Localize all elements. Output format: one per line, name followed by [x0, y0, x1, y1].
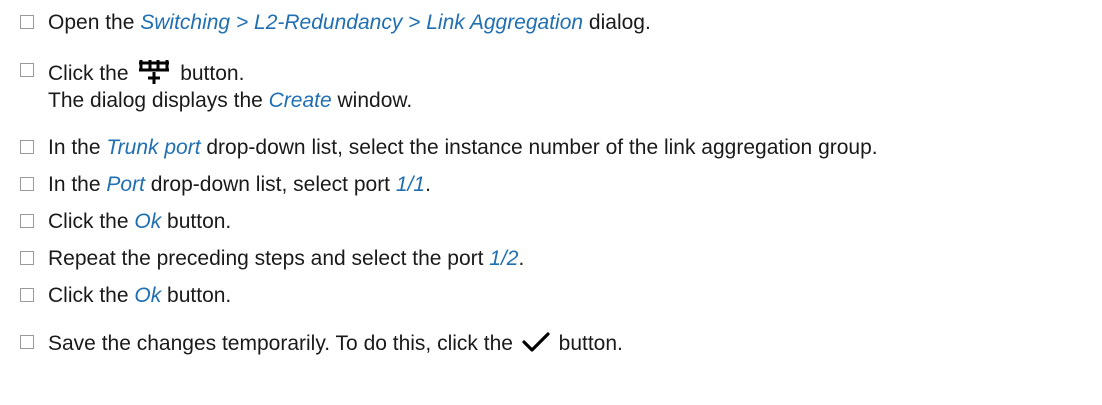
field-reference: Trunk port: [106, 136, 201, 159]
step-checkbox[interactable]: [20, 140, 34, 154]
step-text: In the Trunk port drop-down list, select…: [48, 136, 878, 159]
step-result-note: The dialog displays the Create window.: [48, 89, 413, 112]
step-text: Click the Ok button.: [48, 210, 232, 233]
step-text: Repeat the preceding steps and select th…: [48, 247, 525, 270]
window-reference: Create: [268, 89, 332, 112]
step-text: Open the Switching > L2-Redundancy > Lin…: [48, 11, 651, 34]
button-reference: Ok: [134, 284, 162, 307]
port-value-reference: 1/2: [489, 247, 519, 270]
add-link-aggregation-icon: [136, 58, 172, 91]
step-checkbox[interactable]: [20, 15, 34, 29]
step-checkbox[interactable]: [20, 177, 34, 191]
step-text: Click the button.: [48, 58, 244, 91]
step-text: In the Port drop-down list, select port …: [48, 173, 431, 196]
step-text: Save the changes temporarily. To do this…: [48, 330, 623, 361]
button-reference: Ok: [134, 210, 162, 233]
step-checkbox[interactable]: [20, 335, 34, 349]
field-reference: Port: [106, 173, 145, 196]
menu-path-reference: Switching > L2-Redundancy > Link Aggrega…: [140, 11, 584, 34]
step-checkbox[interactable]: [20, 214, 34, 228]
step-text: Click the Ok button.: [48, 284, 232, 307]
port-value-reference: 1/1: [395, 173, 426, 196]
step-checkbox[interactable]: [20, 288, 34, 302]
step-checkbox[interactable]: [20, 63, 34, 77]
checkmark-icon: [521, 330, 551, 361]
step-checkbox[interactable]: [20, 251, 34, 265]
